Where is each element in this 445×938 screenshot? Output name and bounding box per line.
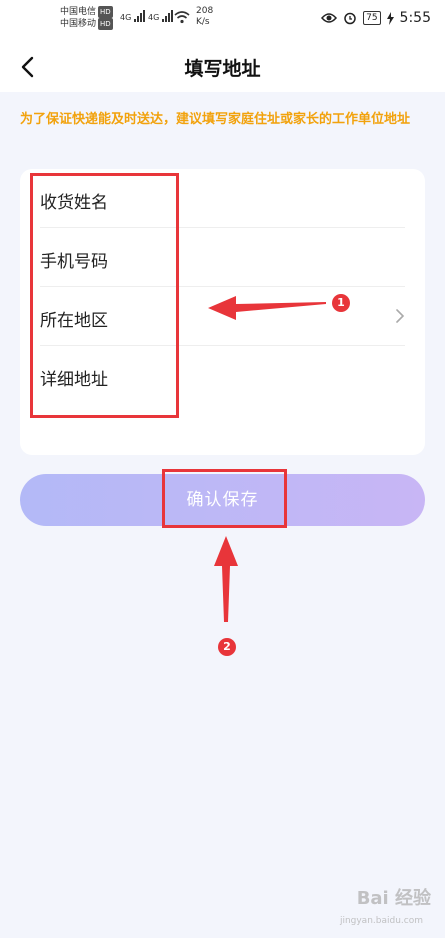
baidu-watermark: Bai 经验	[356, 888, 431, 909]
watermark-url: jingyan.baidu.com	[339, 916, 423, 926]
arrow-up-icon	[214, 536, 238, 622]
step-marker-1: 1	[332, 294, 350, 312]
annotation-arrows	[208, 296, 326, 622]
step-marker-2: 2	[218, 638, 236, 656]
arrow-left-icon	[208, 296, 326, 320]
